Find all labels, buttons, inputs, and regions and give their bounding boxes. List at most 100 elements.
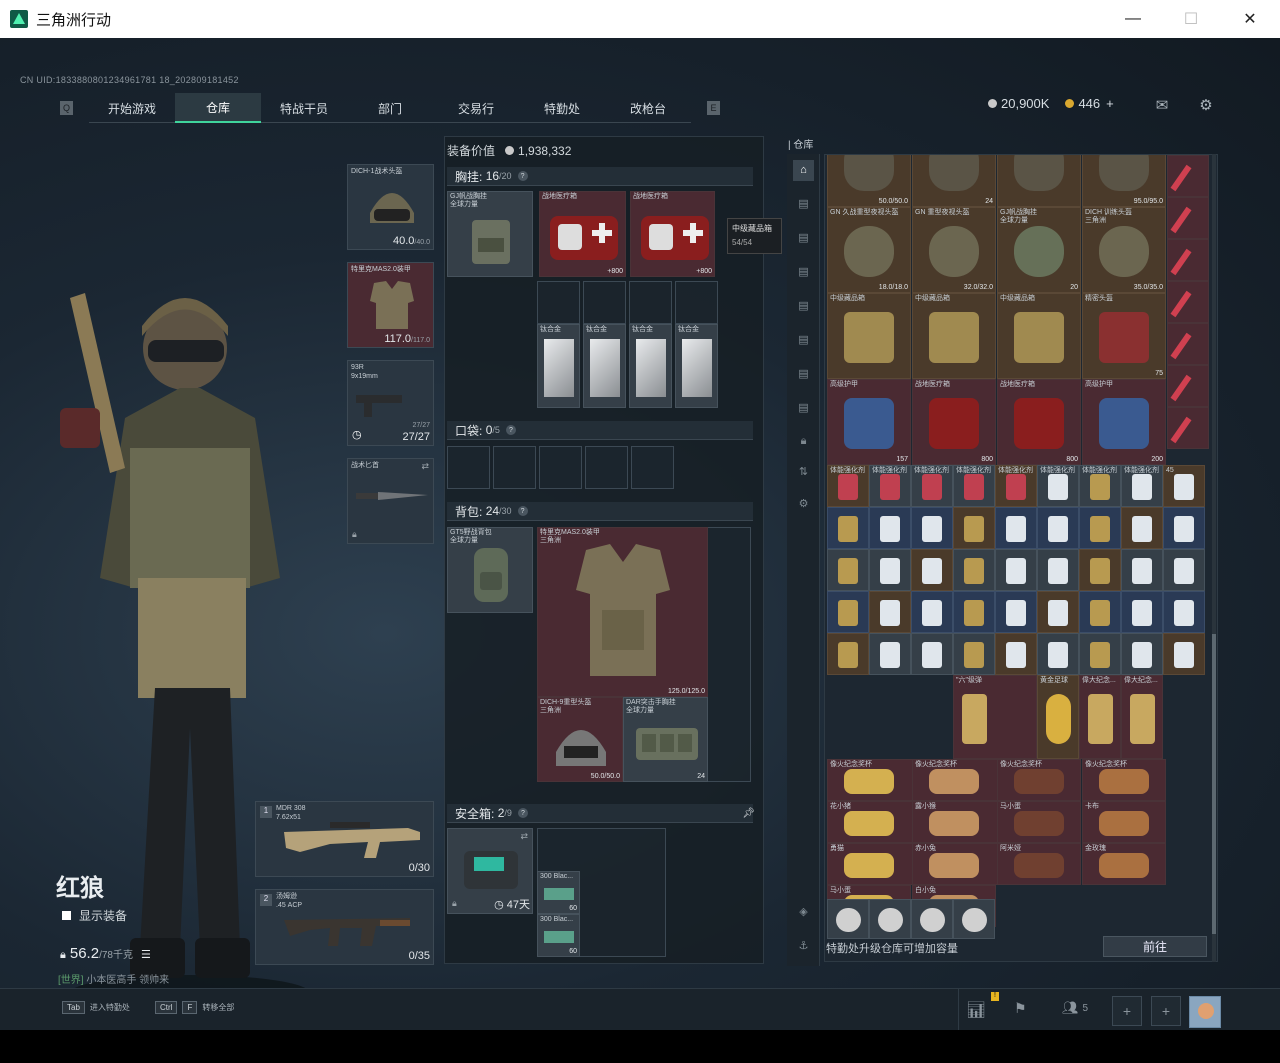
- stash-tab-icon[interactable]: ▤: [793, 364, 814, 385]
- stash-gear-0[interactable]: GN 久战重型夜视头盔 18.0/18.0: [827, 207, 911, 293]
- stash-kit-1[interactable]: 战地医疗箱 800: [912, 379, 996, 465]
- plate-item[interactable]: 钛合金: [537, 324, 580, 408]
- stash-small-item[interactable]: [1037, 591, 1079, 633]
- safebox-item[interactable]: ⇄ 🔒︎ ◷ 47天: [447, 828, 533, 914]
- figure-item-2[interactable]: 像火纪念奖杯: [997, 759, 1081, 801]
- plate-item[interactable]: 钛合金: [583, 324, 626, 408]
- go-button[interactable]: 前往: [1103, 936, 1207, 957]
- figure-item-3[interactable]: 像火纪念奖杯: [1082, 759, 1166, 801]
- anchor-icon[interactable]: ⚓︎: [793, 936, 814, 957]
- mail-icon[interactable]: ✉: [1153, 96, 1171, 114]
- stash-small-item[interactable]: 体能强化剂: [869, 465, 911, 507]
- flag-icon[interactable]: ⚑: [1014, 1000, 1027, 1017]
- figure-item-7[interactable]: 卡布: [1082, 801, 1166, 843]
- minimize-button[interactable]: —: [1104, 0, 1162, 38]
- stash-tab-icon[interactable]: ▤: [793, 330, 814, 351]
- pocket-slot[interactable]: [631, 446, 674, 489]
- stash-small-item[interactable]: [1121, 591, 1163, 633]
- stash-small-item[interactable]: [911, 633, 953, 675]
- stash-small-item[interactable]: [869, 633, 911, 675]
- stash-small-item[interactable]: [827, 591, 869, 633]
- stash-small-item[interactable]: [911, 591, 953, 633]
- transfer-all-hint[interactable]: Ctrl F 转移全部: [155, 992, 234, 1022]
- stash-small-item[interactable]: [1079, 507, 1121, 549]
- stash-small-item[interactable]: 体能强化剂: [1121, 465, 1163, 507]
- collectible-1[interactable]: 黄金足球: [1037, 675, 1079, 759]
- stash-small-item[interactable]: [1079, 633, 1121, 675]
- show-equipment-toggle[interactable]: 显示装备: [62, 907, 127, 924]
- friends-button[interactable]: 👥︎ 5: [1062, 1000, 1088, 1016]
- nav-right-key[interactable]: E: [707, 101, 720, 115]
- settings-gear-icon[interactable]: ⚙: [1197, 96, 1215, 114]
- stimulant-item[interactable]: [1167, 155, 1209, 197]
- figure-item-10[interactable]: 阿米娅: [997, 843, 1081, 885]
- pocket-slot[interactable]: [585, 446, 628, 489]
- collectible-small[interactable]: [911, 899, 953, 939]
- collectible-2[interactable]: 偉大纪念...: [1079, 675, 1121, 759]
- stimulant-item[interactable]: [1167, 365, 1209, 407]
- tab-5[interactable]: 特勤处: [519, 93, 605, 123]
- pocket-slot[interactable]: [493, 446, 536, 489]
- stash-small-item[interactable]: [1163, 633, 1205, 675]
- stash-top-item-2[interactable]: [997, 155, 1081, 207]
- swap-icon[interactable]: ⇄: [421, 461, 429, 472]
- stash-case-2[interactable]: 中级藏品箱: [997, 293, 1081, 379]
- stash-case-0[interactable]: 中级藏品箱: [827, 293, 911, 379]
- stimulant-item[interactable]: [1167, 197, 1209, 239]
- settings-gear-icon[interactable]: ⚙: [793, 494, 814, 515]
- stash-small-item[interactable]: [1079, 549, 1121, 591]
- stash-small-item[interactable]: [1037, 507, 1079, 549]
- stash-small-item[interactable]: [869, 549, 911, 591]
- stash-small-item[interactable]: [1037, 633, 1079, 675]
- stimulant-item[interactable]: [1167, 239, 1209, 281]
- primary-weapon-slot[interactable]: 1 MDR 308 7.62x51 0/30: [255, 801, 434, 877]
- stimulant-item[interactable]: [1167, 407, 1209, 449]
- pocket-slot[interactable]: [539, 446, 582, 489]
- plate-item[interactable]: 钛合金: [629, 324, 672, 408]
- stats-icon[interactable]: 📊︎: [966, 1000, 986, 1020]
- tab-3[interactable]: 部门: [347, 93, 433, 123]
- stash-small-item[interactable]: 体能强化剂: [953, 465, 995, 507]
- secondary-weapon-slot[interactable]: 2 汤姆逊 .45 ACP 0/35: [255, 889, 434, 965]
- tab-2[interactable]: 特战干员: [261, 93, 347, 123]
- stash-small-item[interactable]: [1079, 591, 1121, 633]
- chest-rig-item[interactable]: GJ帆战胸挂 全球力量: [447, 191, 533, 277]
- stash-small-item[interactable]: [827, 507, 869, 549]
- stash-gear-3[interactable]: DICH 训练头盔 三角洲 35.0/35.0: [1082, 207, 1166, 293]
- stash-top-item-0[interactable]: 50.0/50.0: [827, 155, 911, 207]
- helmet-slot[interactable]: DICH-1战术头盔 40.0/40.0: [347, 164, 434, 250]
- stash-gear-2[interactable]: GJ帆战胸挂 全球力量 20: [997, 207, 1081, 293]
- help-icon[interactable]: ?: [517, 506, 528, 516]
- stash-case-1[interactable]: 中级藏品箱: [912, 293, 996, 379]
- figure-item-11[interactable]: 金玫瑰: [1082, 843, 1166, 885]
- pocket-slot[interactable]: [447, 446, 490, 489]
- layers-icon[interactable]: ◈: [793, 902, 814, 923]
- ammo-item-2[interactable]: 300 Blac... 60: [537, 914, 580, 957]
- enter-special-ops-hint[interactable]: Tab 进入特勤处: [62, 992, 130, 1022]
- plate-item[interactable]: 钛合金: [675, 324, 718, 408]
- swap-icon[interactable]: ⇄: [520, 831, 528, 842]
- medkit-item-1[interactable]: 战地医疗箱 +800: [539, 191, 626, 277]
- stash-small-item[interactable]: [995, 507, 1037, 549]
- help-icon[interactable]: ?: [517, 171, 528, 181]
- stash-kit-0[interactable]: 高级护甲 157: [827, 379, 911, 465]
- party-slot-2[interactable]: +: [1151, 996, 1181, 1026]
- checkbox[interactable]: [62, 911, 71, 920]
- tab-1[interactable]: 仓库: [175, 93, 261, 123]
- stash-small-item[interactable]: [1121, 507, 1163, 549]
- stash-top-item-3[interactable]: 95.0/95.0: [1082, 155, 1166, 207]
- tab-6[interactable]: 改枪台: [605, 93, 691, 123]
- lock-icon[interactable]: 🔒︎: [793, 431, 814, 452]
- stash-all-icon[interactable]: ⌂: [793, 160, 814, 181]
- stash-small-item[interactable]: [1037, 549, 1079, 591]
- stash-small-item[interactable]: [869, 507, 911, 549]
- stash-small-item[interactable]: [1163, 507, 1205, 549]
- stash-small-item[interactable]: [995, 549, 1037, 591]
- stash-small-item[interactable]: [1163, 591, 1205, 633]
- stash-small-item[interactable]: [953, 633, 995, 675]
- ammo-item-1[interactable]: 300 Blac... 60: [537, 871, 580, 914]
- stash-small-item[interactable]: [827, 549, 869, 591]
- help-icon[interactable]: ?: [517, 808, 528, 818]
- stash-small-item[interactable]: [869, 591, 911, 633]
- stash-small-item[interactable]: [953, 591, 995, 633]
